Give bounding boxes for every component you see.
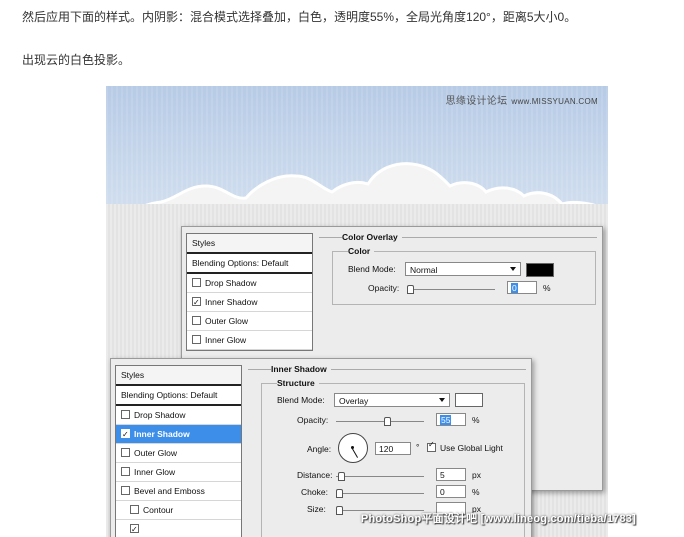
tutorial-screenshot: 思缘设计论坛 www.MISSYUAN.COM Styles Blending O… <box>106 86 608 537</box>
angle-dial[interactable] <box>338 433 368 463</box>
slider-knob[interactable] <box>338 472 345 481</box>
slider-knob[interactable] <box>336 489 343 498</box>
opacity-unit: % <box>543 283 551 293</box>
watermark-top-cn: 思缘设计论坛 <box>445 96 508 107</box>
slider-knob[interactable] <box>407 285 414 294</box>
style-item-outer-glow[interactable]: Outer Glow <box>187 312 312 331</box>
checkbox[interactable] <box>121 426 130 444</box>
watermark-top: 思缘设计论坛 www.MISSYUAN.COM <box>446 92 598 107</box>
blend-mode-select[interactable]: Overlay <box>334 393 450 407</box>
section-title-color-overlay: Color Overlay <box>342 232 402 242</box>
distance-value: 5 <box>440 470 445 480</box>
checkbox[interactable] <box>192 278 201 287</box>
choke-input[interactable]: 0 <box>436 485 466 498</box>
checkbox[interactable] <box>192 335 201 344</box>
styles-header[interactable]: Styles <box>187 234 312 254</box>
style-item-label: Outer Glow <box>205 316 248 326</box>
style-item-inner-glow[interactable]: Inner Glow <box>187 331 312 350</box>
slider-knob[interactable] <box>384 417 391 426</box>
style-item-label: Inner Shadow <box>205 297 258 307</box>
checkbox[interactable] <box>130 521 139 537</box>
color-group-box <box>332 251 596 305</box>
style-item-drop-shadow[interactable]: Drop Shadow <box>116 406 241 425</box>
watermark-bottom: PhotoShop平面设计吧 [www.lineog.com/tieba/178… <box>360 513 636 525</box>
style-item-contour[interactable]: Contour <box>116 501 241 520</box>
blend-mode-label: Blend Mode: <box>348 264 396 274</box>
blending-options-item[interactable]: Blending Options: Default <box>116 386 241 406</box>
dropdown-arrow-icon <box>510 267 516 271</box>
article-paragraph-2: 出现云的白色投影。 <box>22 53 131 67</box>
style-item-inner-shadow[interactable]: Inner Shadow <box>187 293 312 312</box>
distance-label: Distance: <box>297 470 333 480</box>
blending-options-item[interactable]: Blending Options: Default <box>187 254 312 274</box>
style-item-drop-shadow[interactable]: Drop Shadow <box>187 274 312 293</box>
shadow-color-swatch[interactable] <box>455 393 483 407</box>
style-item-inner-shadow[interactable]: Inner Shadow <box>116 425 241 444</box>
choke-value: 0 <box>440 487 445 497</box>
opacity-slider[interactable] <box>336 417 424 426</box>
use-global-light-option[interactable]: Use Global Light <box>427 440 503 453</box>
size-label: Size: <box>307 504 326 514</box>
style-item-inner-glow[interactable]: Inner Glow <box>116 463 241 482</box>
slider-knob[interactable] <box>336 506 343 515</box>
distance-unit: px <box>472 470 481 480</box>
section-title-inner-shadow: Inner Shadow <box>271 364 331 374</box>
opacity-input[interactable]: 0 <box>507 281 537 294</box>
style-item-outer-glow[interactable]: Outer Glow <box>116 444 241 463</box>
distance-input[interactable]: 5 <box>436 468 466 481</box>
blend-mode-value: Normal <box>410 265 438 275</box>
dropdown-arrow-icon <box>439 398 445 402</box>
styles-list: Styles Blending Options: Default Drop Sh… <box>115 365 242 537</box>
global-light-label: Use Global Light <box>440 443 503 453</box>
opacity-label: Opacity: <box>297 415 329 425</box>
angle-label: Angle: <box>307 444 332 454</box>
style-item-label: Inner Shadow <box>134 429 190 439</box>
angle-value: 120 <box>379 444 394 454</box>
choke-slider[interactable] <box>336 489 424 498</box>
checkbox[interactable] <box>130 505 139 514</box>
distance-slider[interactable] <box>336 472 424 481</box>
color-swatch[interactable] <box>526 263 554 277</box>
watermark-top-en: www.MISSYUAN.COM <box>511 97 598 106</box>
blend-mode-value: Overlay <box>339 396 369 406</box>
styles-header[interactable]: Styles <box>116 366 241 386</box>
group-title-color: Color <box>348 246 375 256</box>
global-light-checkbox[interactable] <box>427 440 436 452</box>
checkbox[interactable] <box>121 448 130 457</box>
style-item-label: Outer Glow <box>134 448 177 458</box>
opacity-unit: % <box>472 415 480 425</box>
opacity-value: 0 <box>511 283 518 293</box>
checkbox[interactable] <box>121 410 130 419</box>
opacity-slider[interactable] <box>407 285 495 294</box>
choke-unit: % <box>472 487 480 497</box>
style-item-label: Drop Shadow <box>205 278 257 288</box>
opacity-label: Opacity: <box>368 283 400 293</box>
checkbox[interactable] <box>121 486 130 495</box>
angle-input[interactable]: 120 <box>375 442 411 455</box>
style-item-texture[interactable] <box>116 520 241 537</box>
style-item-label: Inner Glow <box>205 335 247 345</box>
checkbox[interactable] <box>192 316 201 325</box>
style-item-label: Bevel and Emboss <box>134 486 205 496</box>
opacity-value: 55 <box>440 415 452 425</box>
article-paragraph-1: 然后应用下面的样式。内阴影：混合模式选择叠加，白色，透明度55%，全局光角度12… <box>22 10 577 24</box>
angle-center-dot <box>351 446 354 449</box>
opacity-input[interactable]: 55 <box>436 413 466 426</box>
angle-unit: ° <box>416 442 420 452</box>
style-item-bevel-emboss[interactable]: Bevel and Emboss <box>116 482 241 501</box>
style-item-label: Inner Glow <box>134 467 176 477</box>
style-item-label: Drop Shadow <box>134 410 186 420</box>
blend-mode-label: Blend Mode: <box>277 395 325 405</box>
checkbox[interactable] <box>121 467 130 476</box>
checkbox[interactable] <box>192 294 201 312</box>
choke-label: Choke: <box>301 487 328 497</box>
style-item-label: Contour <box>143 505 174 515</box>
group-title-structure: Structure <box>277 378 319 388</box>
styles-list: Styles Blending Options: Default Drop Sh… <box>186 233 313 351</box>
blend-mode-select[interactable]: Normal <box>405 262 521 276</box>
